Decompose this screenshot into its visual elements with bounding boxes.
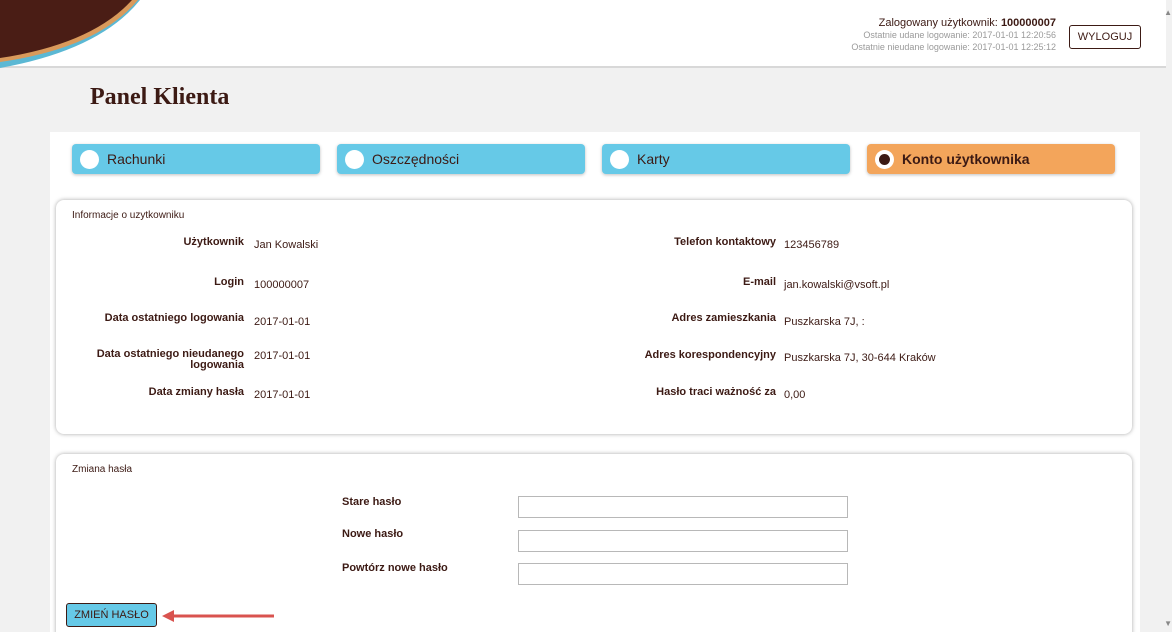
logged-user: Zalogowany użytkownik: 100000007 xyxy=(851,17,1056,29)
password-expiry-label: Hasło traci ważność za xyxy=(656,386,776,398)
phone-label: Telefon kontaktowy xyxy=(674,236,776,248)
change-password-button[interactable]: ZMIEŃ HASŁO xyxy=(66,603,157,627)
user-value: Jan Kowalski xyxy=(254,239,319,251)
last-failed-login-label: Data ostatniego nieudanego logowania xyxy=(96,348,244,371)
scroll-up-icon[interactable]: ▲ xyxy=(1164,8,1172,17)
last-success-login: Ostatnie udane logowanie: 2017-01-01 12:… xyxy=(863,30,1056,40)
tab-karty[interactable]: Karty xyxy=(602,144,850,174)
password-change-card: Zmiana hasła Stare hasło Nowe hasło Powt… xyxy=(56,454,1132,632)
password-expiry-value: 0,00 xyxy=(784,389,806,401)
login-value: 100000007 xyxy=(254,279,310,291)
correspondence-address-label: Adres korespondencyjny xyxy=(644,349,776,361)
tab-konto-uzytkownika[interactable]: Konto użytkownika xyxy=(867,144,1115,174)
password-change-date-label: Data zmiany hasła xyxy=(148,386,244,398)
radio-icon xyxy=(80,149,99,169)
last-login-value: 2017-01-01 xyxy=(254,316,311,328)
scroll-down-icon[interactable]: ▼ xyxy=(1164,619,1172,628)
home-address-value: Puszkarska 7J, : xyxy=(784,316,865,328)
tab-label: Oszczędności xyxy=(372,151,460,167)
repeat-password-label: Powtórz nowe hasło xyxy=(342,562,448,574)
tab-oszczednosci[interactable]: Oszczędności xyxy=(337,144,585,174)
old-password-label: Stare hasło xyxy=(342,496,402,508)
home-address-label: Adres zamieszkania xyxy=(671,312,776,324)
page-title: Panel Klienta xyxy=(90,84,230,110)
main-panel: Rachunki Oszczędności Karty Konto użytko… xyxy=(50,132,1140,632)
password-change-title: Zmiana hasła xyxy=(72,464,133,475)
repeat-password-input[interactable] xyxy=(518,563,848,585)
logout-button[interactable]: WYLOGUJ xyxy=(1069,25,1141,49)
tab-label: Rachunki xyxy=(107,151,166,167)
tab-label: Karty xyxy=(637,151,670,167)
email-label: E-mail xyxy=(742,276,776,288)
last-login-label: Data ostatniego logowania xyxy=(104,312,244,324)
tab-label: Konto użytkownika xyxy=(902,151,1030,167)
logged-user-id: 100000007 xyxy=(1000,17,1056,29)
radio-icon xyxy=(345,149,364,169)
radio-icon xyxy=(610,149,629,169)
scrollbar[interactable] xyxy=(1166,0,1172,632)
user-label: Użytkownik xyxy=(183,236,244,248)
password-change-date-value: 2017-01-01 xyxy=(254,389,311,401)
arrow-left-icon xyxy=(162,610,274,622)
email-value: jan.kowalski@vsoft.pl xyxy=(784,279,890,291)
last-failed-login: Ostatnie nieudane logowanie: 2017-01-01 … xyxy=(851,42,1056,52)
header: Zalogowany użytkownik: 100000007 Ostatni… xyxy=(0,0,1166,68)
last-failed-login-value: 2017-01-01 xyxy=(254,350,311,362)
old-password-input[interactable] xyxy=(518,496,848,518)
login-label: Login xyxy=(214,276,244,288)
phone-value: 123456789 xyxy=(784,239,840,251)
user-info-title: Informacje o uzytkowniku xyxy=(72,210,185,221)
user-info-card: Informacje o uzytkowniku Użytkownik Jan … xyxy=(56,200,1132,434)
brand-logo xyxy=(0,0,150,68)
new-password-input[interactable] xyxy=(518,530,848,552)
correspondence-address-value: Puszkarska 7J, 30-644 Kraków xyxy=(784,352,936,364)
radio-selected-icon xyxy=(875,149,894,169)
tab-rachunki[interactable]: Rachunki xyxy=(72,144,320,174)
logged-user-label: Zalogowany użytkownik: xyxy=(878,17,998,29)
new-password-label: Nowe hasło xyxy=(342,528,404,540)
login-info: Zalogowany użytkownik: 100000007 Ostatni… xyxy=(851,17,1056,53)
